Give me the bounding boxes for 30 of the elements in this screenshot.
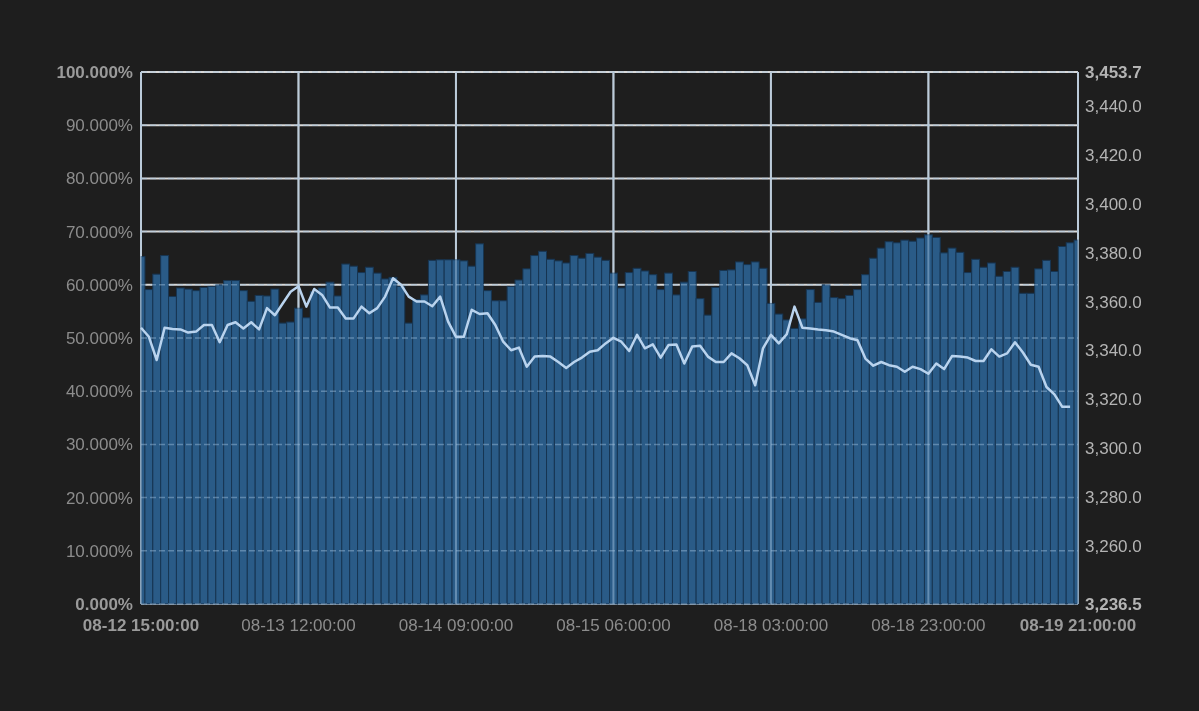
axis-tick-label: 3,300.0 <box>1085 439 1142 459</box>
axis-tick-label: 08-18 03:00:00 <box>713 616 829 635</box>
axis-tick-label: 08-13 12:00:00 <box>241 616 356 635</box>
axis-tick-label: 60.000% <box>65 275 133 295</box>
axis-tick-label: 30.000% <box>65 435 133 455</box>
axis-tick-label: 08-19 21:00:00 <box>1019 616 1137 635</box>
axis-tick-label: 20.000% <box>65 488 133 508</box>
axis-tick-label: 3,260.0 <box>1085 537 1142 557</box>
axis-tick-label: 08-12 15:00:00 <box>82 616 200 635</box>
axis-tick-label: 40.000% <box>65 382 133 402</box>
axis-tick-label: 3,280.0 <box>1085 488 1142 508</box>
axis-tick-label: 0.000% <box>75 595 133 614</box>
axis-tick-label: 08-14 09:00:00 <box>398 616 514 635</box>
axis-tick-label: 3,420.0 <box>1085 145 1142 165</box>
axis-tick-label: 80.000% <box>65 169 133 189</box>
axis-tick-label: 3,320.0 <box>1085 390 1142 410</box>
axis-tick-label: 3,360.0 <box>1085 292 1142 312</box>
axis-tick-label: 50.000% <box>65 329 133 348</box>
axis-tick-label: 70.000% <box>65 222 133 242</box>
axis-tick-label: 100.000% <box>56 63 133 82</box>
axis-tick-label: 3,440.0 <box>1085 96 1142 116</box>
axis-tick-label: 08-18 23:00:00 <box>871 616 986 635</box>
axis-tick-label: 3,453.7 <box>1085 63 1142 82</box>
axis-tick-label: 3,380.0 <box>1085 243 1142 263</box>
axis-tick-label: 10.000% <box>65 541 133 561</box>
axis-tick-label: 90.000% <box>65 116 133 136</box>
axis-tick-label: 08-15 06:00:00 <box>556 616 671 635</box>
axis-tick-label: 3,236.5 <box>1085 595 1142 614</box>
axis-tick-label: 3,340.0 <box>1085 341 1142 361</box>
axis-tick-label: 3,400.0 <box>1085 194 1142 214</box>
